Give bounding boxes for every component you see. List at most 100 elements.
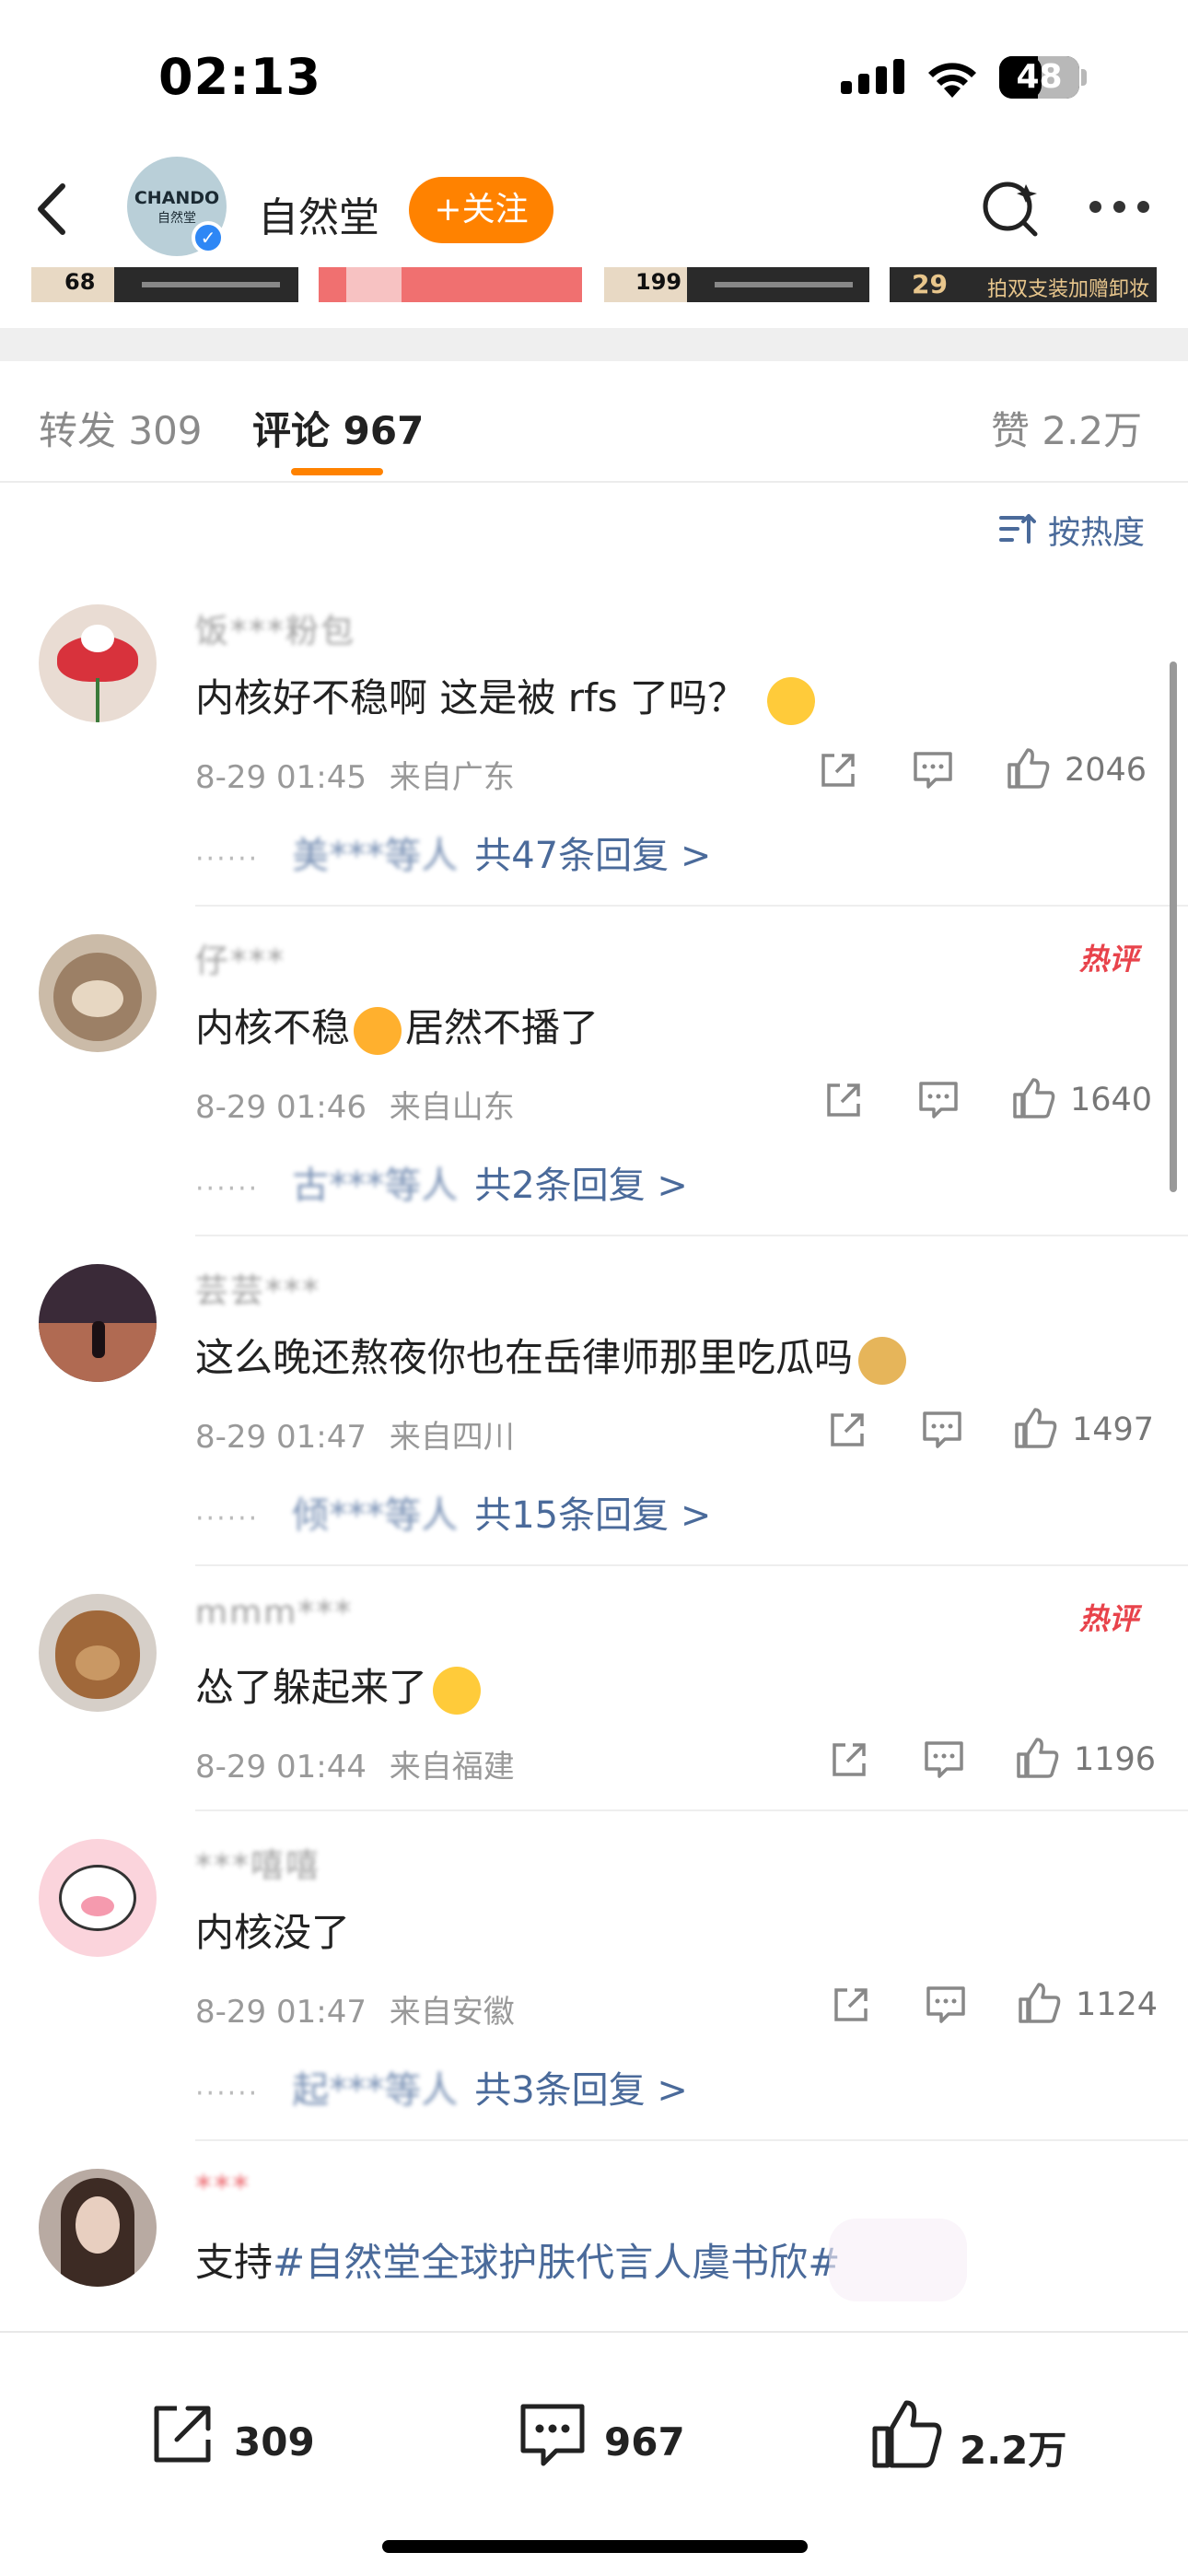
avatar[interactable] (39, 1594, 157, 1712)
share-icon[interactable] (823, 1080, 866, 1120)
scrollbar[interactable] (1170, 662, 1177, 1192)
avatar[interactable] (39, 1264, 157, 1382)
comment-location: 来自安徽 (389, 1994, 515, 2031)
laughing-emoji-icon (767, 676, 816, 725)
status-time: 02:13 (158, 48, 321, 106)
comment-text: 这么晚还熬夜你也在岳律师那里吃瓜吗 (195, 1327, 907, 1385)
sort-by-hot[interactable]: 按热度 (1048, 507, 1145, 554)
comment-divider (195, 2139, 1188, 2141)
sort-icon[interactable] (999, 512, 1036, 545)
repost-icon (154, 2406, 211, 2463)
username[interactable]: 饭***粉包 (195, 604, 355, 645)
banner-price: 29 (912, 269, 948, 299)
banner-item[interactable] (319, 267, 582, 302)
comment-divider (195, 1564, 1188, 1566)
replies-link[interactable]: ······ 古***等人 共2条回复 > (195, 1155, 688, 1209)
like-icon[interactable] (1015, 1736, 1059, 1780)
like-count: 2.2万 (960, 2428, 1067, 2473)
verified-badge-icon: ✓ (192, 221, 225, 254)
avatar[interactable] (39, 1839, 157, 1957)
tab-repost[interactable]: 转发 309 (39, 400, 203, 456)
comment-text-body: 内核不稳 (195, 1005, 351, 1050)
replies-link[interactable]: ······ 美***等人 共47条回复 > (195, 825, 711, 879)
active-tab-indicator (291, 468, 383, 475)
hashtag-link[interactable]: #自然堂全球护肤代言人虞书欣# (273, 2240, 840, 2285)
comment-text-body: 这么晚还熬夜你也在岳律师那里吃瓜吗 (195, 1335, 854, 1380)
hot-comment-badge: 热评 (1079, 1601, 1139, 1636)
section-separator (0, 328, 1188, 361)
top-nav: CHANDO 自然堂 ✓ 自然堂 +关注 (0, 157, 1188, 267)
username[interactable]: 芸芸*** (195, 1264, 320, 1305)
replies-names: 起***等人 (292, 2069, 459, 2112)
comment-divider (195, 905, 1188, 907)
repost-button[interactable]: 309 (146, 2397, 330, 2471)
comment-location: 来自福建 (389, 1749, 515, 1786)
avatar[interactable] (39, 2169, 157, 2287)
like-icon[interactable] (1017, 1981, 1061, 2025)
battery-nub (1081, 69, 1087, 86)
like-count: 1640 (1070, 1082, 1153, 1118)
replies-count: 共3条回复 > (474, 2069, 688, 2112)
status-bar: 02:13 48 (0, 0, 1188, 157)
battery-icon: 48 (999, 56, 1079, 99)
tab-likes[interactable]: 赞 2.2万 (991, 400, 1142, 456)
comment-location: 来自广东 (389, 759, 515, 796)
username[interactable]: ***嘻嘻 (195, 1839, 320, 1879)
banner-price: 68 (64, 269, 96, 295)
comment-text: 内核没了 (195, 1910, 351, 1955)
username[interactable]: mmm*** (195, 1594, 353, 1634)
comment-text-body-2: 居然不播了 (405, 1005, 600, 1050)
search-icon[interactable] (978, 175, 1042, 240)
reply-icon[interactable] (917, 1080, 960, 1120)
replies-link[interactable]: ······ 倾***等人 共15条回复 > (195, 1485, 711, 1539)
like-icon[interactable] (1006, 746, 1050, 790)
reply-icon[interactable] (925, 1985, 967, 2025)
replies-link[interactable]: ······ 起***等人 共3条回复 > (195, 2060, 688, 2113)
comment-icon (520, 2404, 585, 2466)
comment-time: 8-29 01:44 (195, 1749, 367, 1786)
username[interactable]: *** (195, 2169, 250, 2209)
repost-count: 309 (234, 2419, 315, 2465)
comment-meta: 8-29 01:46 来自山东 (195, 1082, 515, 1127)
comment-time: 8-29 01:47 (195, 1994, 367, 2031)
replies-names: 古***等人 (292, 1165, 459, 1207)
comment-text: 支持#自然堂全球护肤代言人虞书欣# (195, 2231, 840, 2288)
signal-icon (841, 59, 905, 94)
banner-item[interactable]: 29 拍双支装加赠卸妆水 (890, 267, 1157, 302)
share-icon[interactable] (831, 1985, 873, 2025)
battery-level: 48 (1016, 58, 1063, 96)
avatar[interactable] (39, 604, 157, 722)
interaction-tabs: 转发 309 评论 967 赞 2.2万 (0, 361, 1188, 483)
replies-count: 共47条回复 > (474, 835, 712, 877)
like-count: 1196 (1074, 1741, 1157, 1778)
like-icon[interactable] (1013, 1406, 1057, 1450)
comment-button[interactable]: 967 (516, 2397, 700, 2471)
comment-meta: 8-29 01:45 来自广东 (195, 752, 515, 797)
share-icon[interactable] (829, 1739, 871, 1780)
reply-icon[interactable] (923, 1739, 965, 1780)
reply-icon[interactable] (912, 750, 954, 790)
banner-item[interactable]: 199 (604, 267, 869, 302)
follow-button[interactable]: +关注 (409, 177, 553, 243)
comment-location: 来自山东 (389, 1089, 515, 1126)
avatar[interactable] (39, 934, 157, 1052)
like-icon[interactable] (1011, 1076, 1055, 1120)
banner-item[interactable]: 68 (31, 267, 298, 302)
share-icon[interactable] (827, 1410, 869, 1450)
comment-divider (195, 1235, 1188, 1236)
laughing-emoji-icon (433, 1666, 482, 1715)
hot-comment-badge: 热评 (1079, 942, 1139, 977)
like-button[interactable]: 2.2万 (869, 2397, 1090, 2473)
username[interactable]: 仔*** (195, 934, 285, 975)
more-options-icon[interactable] (1087, 201, 1151, 216)
back-icon[interactable] (28, 177, 83, 241)
decorative-comment-bubble (829, 2219, 967, 2301)
tab-comment[interactable]: 评论 967 (252, 400, 424, 456)
reply-icon[interactable] (921, 1410, 963, 1450)
home-indicator[interactable] (382, 2540, 808, 2553)
account-name[interactable]: 自然堂 (258, 184, 379, 243)
product-banner-strip[interactable]: 68 199 29 拍双支装加赠卸妆水 (0, 267, 1188, 304)
share-icon[interactable] (818, 750, 860, 790)
comment-text-body: 支持 (195, 2240, 274, 2285)
comment-meta: 8-29 01:47 来自安徽 (195, 1986, 515, 2032)
